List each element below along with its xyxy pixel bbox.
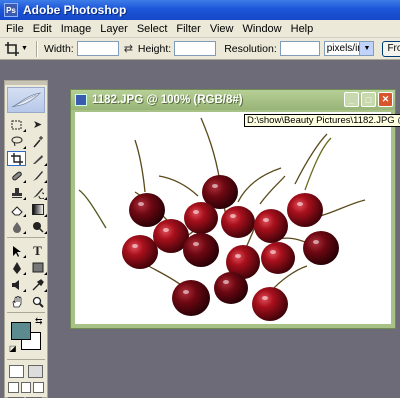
app-title: Adobe Photoshop	[23, 3, 127, 17]
brush-icon[interactable]	[28, 168, 47, 183]
notes-icon[interactable]	[7, 277, 26, 292]
document-path-tooltip: D:\show\Beauty Pictures\1182.JPG @ 100%	[244, 114, 400, 127]
marquee-icon[interactable]	[7, 117, 26, 132]
close-icon[interactable]: ✕	[378, 92, 393, 107]
front-image-button[interactable]: Front	[382, 40, 400, 57]
quick-mask-mode-icon[interactable]	[28, 365, 43, 378]
quick-mask-controls	[5, 363, 47, 380]
menu-layer[interactable]: Layer	[100, 23, 128, 35]
screen-mode-controls	[5, 380, 47, 395]
crop-icon[interactable]	[7, 151, 26, 166]
photoshop-logo-icon: Ps	[4, 3, 18, 17]
magic-wand-icon[interactable]	[28, 134, 47, 149]
color-swatches: ◪ ⇆	[7, 316, 45, 356]
clone-stamp-icon[interactable]	[7, 185, 26, 200]
document-title: 1182.JPG @ 100% (RGB/8#)	[92, 94, 243, 106]
blur-icon[interactable]	[7, 219, 26, 234]
menu-view[interactable]: View	[210, 23, 234, 35]
zoom-icon[interactable]	[28, 294, 47, 309]
cherries-photo	[78, 117, 366, 321]
slice-icon[interactable]	[28, 151, 47, 166]
separator	[35, 40, 38, 57]
move-icon[interactable]: ➤	[28, 117, 47, 132]
pen-icon[interactable]	[7, 260, 26, 275]
default-colors-icon[interactable]: ◪	[9, 344, 17, 353]
standard-mode-icon[interactable]	[9, 365, 24, 378]
type-icon[interactable]: T	[28, 243, 47, 258]
chevron-down-icon: ▼	[359, 42, 374, 55]
resolution-input[interactable]	[279, 41, 320, 56]
app-title-bar: Ps Adobe Photoshop	[0, 0, 400, 20]
menu-filter[interactable]: Filter	[176, 23, 200, 35]
width-input[interactable]	[76, 41, 119, 56]
screen-mode-full-icon[interactable]	[33, 382, 45, 393]
maximize-icon[interactable]: □	[361, 92, 376, 107]
options-bar: ▼ Width: ⇄ Height: Resolution: pixels/in…	[0, 38, 400, 60]
menu-file[interactable]: File	[6, 23, 24, 35]
eraser-icon[interactable]	[7, 202, 26, 217]
shape-icon[interactable]	[28, 260, 47, 275]
swap-colors-icon[interactable]: ⇆	[35, 316, 43, 327]
screen-mode-full-menu-icon[interactable]	[20, 382, 32, 393]
swap-dimensions-icon[interactable]: ⇄	[124, 42, 133, 55]
height-input[interactable]	[174, 41, 217, 56]
toolbox-grip[interactable]	[5, 81, 47, 85]
history-brush-icon[interactable]	[28, 185, 47, 200]
menu-help[interactable]: Help	[291, 23, 314, 35]
toolbox-divider	[7, 359, 45, 360]
document-icon	[75, 94, 87, 106]
menu-select[interactable]: Select	[137, 23, 168, 35]
minimize-icon[interactable]: _	[344, 92, 359, 107]
hand-icon[interactable]	[7, 294, 26, 309]
menu-window[interactable]: Window	[243, 23, 282, 35]
width-label: Width:	[43, 42, 74, 55]
resolution-unit-select[interactable]: pixels/inch ▼	[323, 41, 375, 56]
toolbox-divider	[7, 237, 45, 238]
foreground-color-swatch[interactable]	[11, 322, 31, 340]
eyedropper-icon[interactable]	[28, 277, 47, 292]
healing-brush-icon[interactable]	[7, 168, 26, 183]
resolution-label: Resolution:	[224, 42, 277, 55]
crop-tool-preset-icon[interactable]	[5, 40, 19, 58]
window-controls: _ □ ✕	[344, 92, 393, 107]
feather-logo-icon[interactable]	[7, 87, 45, 113]
menu-edit[interactable]: Edit	[33, 23, 52, 35]
toolbox-divider	[7, 312, 45, 313]
dodge-icon[interactable]	[28, 219, 47, 234]
menu-image[interactable]: Image	[61, 23, 92, 35]
path-selection-icon[interactable]	[7, 243, 26, 258]
gradient-icon[interactable]	[28, 202, 47, 217]
screen-mode-standard-icon[interactable]	[8, 382, 19, 393]
lasso-icon[interactable]	[7, 134, 26, 149]
height-label: Height:	[137, 42, 172, 55]
toolbox: ➤ T ◪ ⇆	[4, 80, 48, 398]
chevron-down-icon[interactable]: ▼	[21, 45, 28, 52]
image-canvas[interactable]	[75, 112, 391, 324]
menu-bar: File Edit Image Layer Select Filter View…	[0, 20, 400, 38]
